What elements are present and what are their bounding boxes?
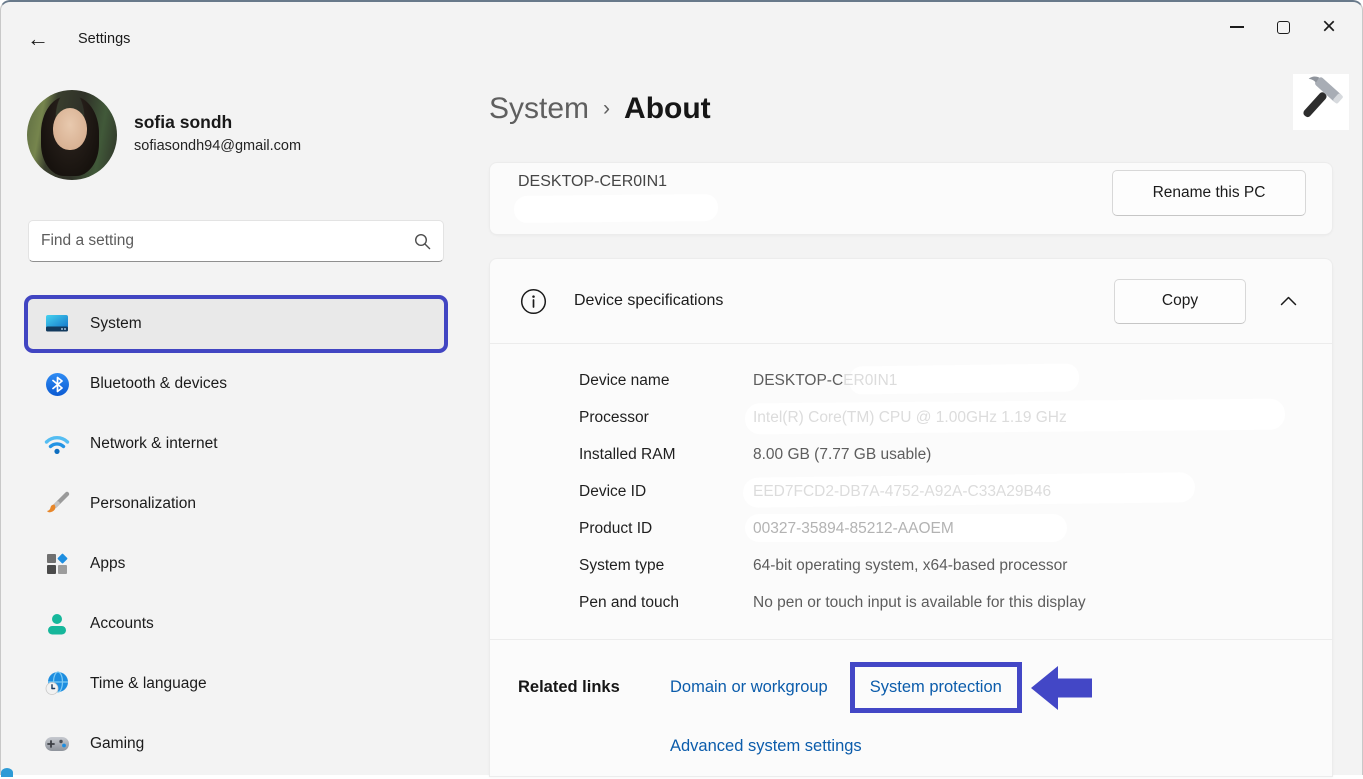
sidebar-item-apps[interactable]: Apps: [28, 539, 444, 589]
sidebar-item-label: Gaming: [90, 735, 144, 753]
sidebar-item-accounts[interactable]: Accounts: [28, 599, 444, 649]
device-specifications-title: Device specifications: [574, 292, 723, 310]
sidebar-item-gaming[interactable]: Gaming: [28, 719, 444, 769]
breadcrumb: System › About: [489, 92, 711, 126]
chevron-up-icon: [1280, 296, 1297, 306]
sidebar-item-system[interactable]: System: [28, 299, 444, 349]
device-name-heading: DESKTOP-CER0IN1: [518, 173, 667, 191]
settings-window: { "window": { "title": "Settings", "back…: [0, 0, 1363, 775]
spec-row-device-name: Device name DESKTOP-CER0IN1: [579, 362, 1332, 399]
sidebar-item-label: Personalization: [90, 495, 196, 513]
system-icon: [44, 311, 70, 337]
spec-row-system-type: System type 64-bit operating system, x64…: [579, 547, 1332, 584]
sidebar-item-bluetooth-devices[interactable]: Bluetooth & devices: [28, 359, 444, 409]
titlebar: ← Settings ×: [1, 2, 1362, 58]
partial-next-icon: [1, 768, 13, 777]
sidebar-item-time-language[interactable]: Time & language: [28, 659, 444, 709]
app-title: Settings: [78, 31, 130, 47]
related-links-section: Related links Domain or workgroup System…: [490, 640, 1332, 756]
back-button[interactable]: ←: [23, 26, 53, 54]
sidebar-item-network-internet[interactable]: Network & internet: [28, 419, 444, 469]
sidebar-item-label: Accounts: [90, 615, 154, 633]
annotation-highlight-box: System protection: [850, 662, 1022, 713]
copy-button[interactable]: Copy: [1114, 279, 1246, 324]
spec-row-product-id: Product ID 00327-35894-85212-AAOEM: [579, 510, 1332, 547]
search-icon: [414, 233, 431, 250]
apps-icon: [44, 551, 70, 577]
sidebar-item-label: Network & internet: [90, 435, 218, 453]
avatar: [27, 90, 117, 180]
system-protection-link[interactable]: System protection: [870, 678, 1002, 697]
globe-clock-icon: [44, 671, 70, 697]
domain-workgroup-link[interactable]: Domain or workgroup: [670, 678, 828, 697]
paintbrush-icon: [44, 491, 70, 517]
collapse-chevron-button[interactable]: [1268, 281, 1308, 321]
sidebar-item-label: Apps: [90, 555, 125, 573]
device-specifications-header[interactable]: Device specifications Copy: [490, 259, 1332, 344]
minimize-icon: [1230, 26, 1244, 28]
search-box: [28, 220, 444, 262]
spec-table: Device name DESKTOP-CER0IN1 Processor In…: [490, 344, 1332, 639]
redaction-blob: [514, 194, 718, 223]
spec-row-processor: Processor Intel(R) Core(TM) CPU @ 1.00GH…: [579, 399, 1332, 436]
gamepad-icon: [44, 731, 70, 757]
maximize-icon: [1277, 21, 1290, 34]
sidebar-item-label: Time & language: [90, 675, 207, 693]
wifi-icon: [44, 431, 70, 457]
person-icon: [44, 611, 70, 637]
spec-row-device-id: Device ID EED7FCD2-DB7A-4752-A92A-C33A29…: [579, 473, 1332, 510]
breadcrumb-separator: ›: [603, 97, 610, 120]
close-button[interactable]: ×: [1306, 8, 1352, 46]
window-controls: ×: [1214, 8, 1352, 46]
close-icon: ×: [1322, 17, 1336, 37]
avatar-face: [53, 108, 87, 150]
account-name: sofia sondh: [134, 112, 232, 133]
device-name-card: DESKTOP-CER0IN1 Rename this PC: [489, 162, 1333, 235]
advanced-system-settings-link[interactable]: Advanced system settings: [670, 737, 862, 755]
related-links-label: Related links: [518, 678, 670, 697]
minimize-button[interactable]: [1214, 8, 1260, 46]
search-input[interactable]: [41, 232, 414, 250]
annotation-arrow-icon: [1030, 663, 1094, 713]
breadcrumb-parent[interactable]: System: [489, 92, 589, 125]
page-title: About: [624, 92, 711, 125]
bluetooth-icon: [44, 371, 70, 397]
rename-pc-button[interactable]: Rename this PC: [1112, 170, 1306, 216]
sidebar-item-personalization[interactable]: Personalization: [28, 479, 444, 529]
spec-row-pen-touch: Pen and touch No pen or touch input is a…: [579, 584, 1332, 621]
sidebar-item-label: System: [90, 315, 142, 333]
sidebar-nav: System Bluetooth & devices Network & int…: [28, 299, 444, 779]
account-email: sofiasondh94@gmail.com: [134, 138, 301, 154]
info-icon: [520, 288, 547, 315]
sidebar-item-label: Bluetooth & devices: [90, 375, 227, 393]
spec-row-installed-ram: Installed RAM 8.00 GB (7.77 GB usable): [579, 436, 1332, 473]
hammer-cursor-icon: [1293, 74, 1349, 130]
device-specifications-card: Device specifications Copy Device name D…: [489, 258, 1333, 777]
maximize-button[interactable]: [1260, 8, 1306, 46]
